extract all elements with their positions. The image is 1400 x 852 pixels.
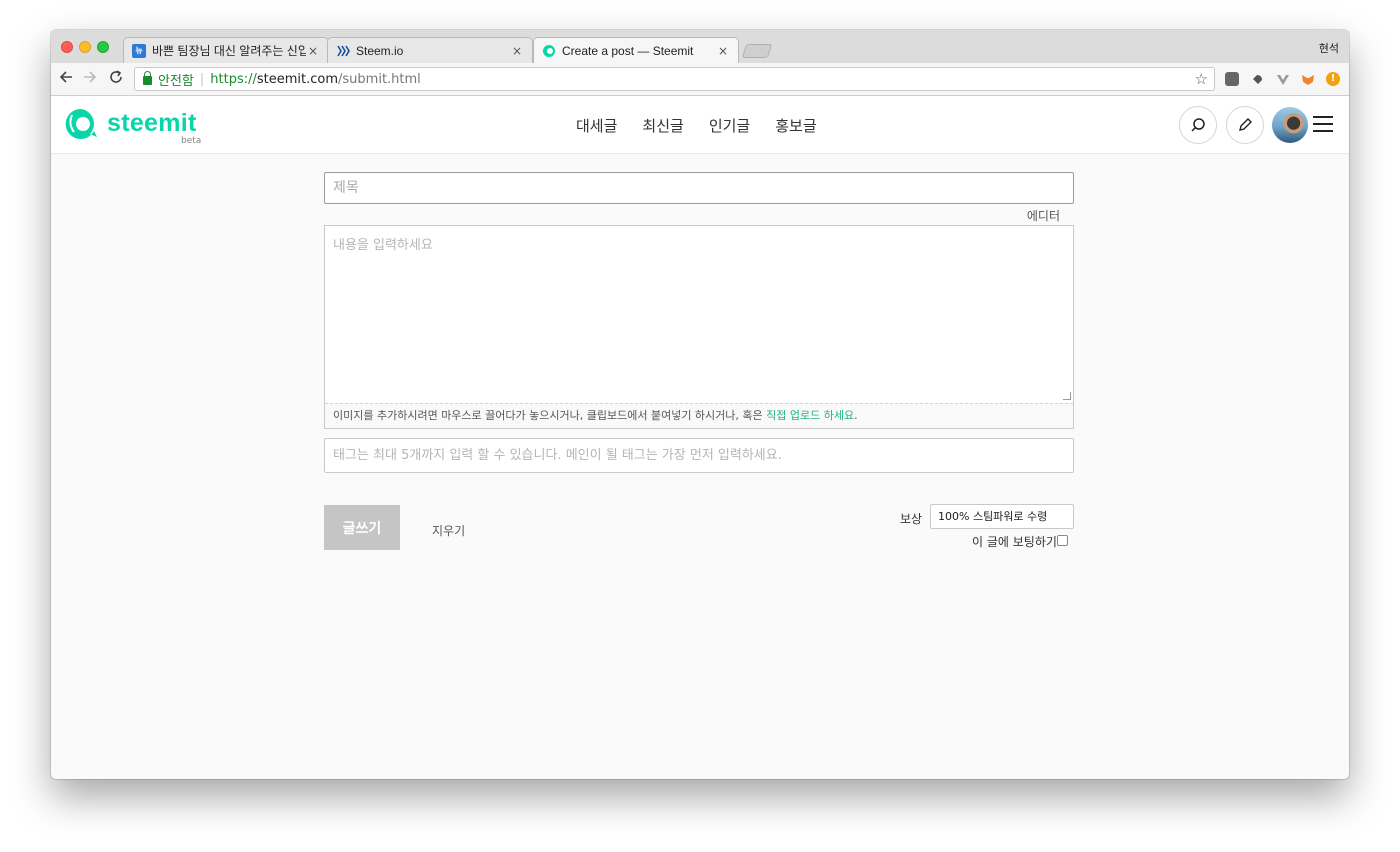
body-textarea[interactable]: 내용을 입력하세요 이미지를 추가하시려면 마우스로 끌어다가 놓으시거나, 클… — [324, 225, 1074, 429]
extension-alert-icon[interactable]: ! — [1326, 72, 1340, 86]
security-label: 안전함 — [158, 73, 194, 89]
news-favicon-icon: 뉴 — [132, 43, 146, 58]
reward-select[interactable]: 100% 스팀파워로 수령 — [930, 504, 1074, 529]
browser-profile-name[interactable]: 현석 — [1319, 40, 1339, 56]
search-icon — [1191, 118, 1205, 132]
editor-toggle-link[interactable]: 에디터 — [1027, 207, 1060, 224]
nav-item-trending[interactable]: 대세글 — [576, 115, 617, 136]
nav-item-new[interactable]: 최신글 — [642, 115, 683, 136]
tab-close-icon[interactable]: × — [510, 44, 524, 58]
url-scheme: https:// — [210, 71, 257, 87]
dropzone-end: . — [854, 409, 858, 422]
address-separator: | — [199, 71, 205, 87]
write-post-button[interactable] — [1226, 106, 1264, 144]
resize-handle-icon[interactable] — [1063, 392, 1071, 400]
clear-form-link[interactable]: 지우기 — [432, 522, 465, 539]
reward-label: 보상 — [900, 512, 923, 526]
nav-item-promoted[interactable]: 홍보글 — [775, 115, 816, 136]
main-nav: 대세글 최신글 인기글 홍보글 — [576, 115, 817, 136]
body-placeholder: 내용을 입력하세요 — [333, 238, 433, 253]
logo-beta-badge: beta — [181, 136, 202, 146]
pencil-icon — [1239, 118, 1252, 131]
reload-icon[interactable] — [105, 69, 127, 89]
tab-title: Create a post — Steemit — [562, 43, 694, 58]
tab-strip: 뉴 바쁜 팀장님 대신 알려주는 신입 PHP × Steem.io × Cre… — [51, 30, 1349, 63]
tab-create-post[interactable]: Create a post — Steemit × — [533, 37, 739, 63]
steemit-favicon-icon — [542, 44, 556, 58]
submit-post-button[interactable]: 글쓰기 — [324, 505, 400, 550]
image-dropzone[interactable]: 이미지를 추가하시려면 마우스로 끌어다가 놓으시거나, 클립보드에서 붙여넣기… — [325, 403, 1073, 428]
title-input[interactable]: 제목 — [324, 172, 1074, 204]
tags-input[interactable]: 태그는 최대 5개까지 입력 할 수 있습니다. 메인이 될 태그는 가장 먼저… — [324, 438, 1074, 473]
tab-title: Steem.io — [356, 43, 404, 58]
steemit-logo-icon[interactable] — [64, 107, 98, 141]
tab-news[interactable]: 뉴 바쁜 팀장님 대신 알려주는 신입 PHP × — [123, 37, 329, 63]
self-vote-label: 이 글에 보팅하기 — [972, 535, 1057, 549]
extension-vue-icon[interactable] — [1276, 72, 1290, 86]
address-bar[interactable]: 안전함 | https:// steemit.com /submit.html … — [134, 67, 1215, 91]
browser-window: 뉴 바쁜 팀장님 대신 알려주는 신입 PHP × Steem.io × Cre… — [51, 30, 1349, 779]
lock-icon — [143, 70, 152, 85]
extension-metamask-icon[interactable] — [1301, 72, 1315, 86]
user-avatar[interactable] — [1272, 107, 1308, 143]
forward-arrow-icon[interactable] — [79, 69, 101, 89]
bookmark-star-icon[interactable]: ☆ — [1195, 70, 1208, 88]
back-arrow-icon[interactable] — [55, 69, 77, 89]
tab-close-icon[interactable]: × — [716, 44, 730, 58]
minimize-window-button[interactable] — [79, 41, 91, 53]
site-header: steemit beta 대세글 최신글 인기글 홍보글 — [51, 96, 1349, 154]
tab-steem-io[interactable]: Steem.io × — [327, 37, 533, 63]
logo-wordmark[interactable]: steemit — [107, 109, 197, 138]
extension-rocket-icon[interactable] — [1250, 72, 1264, 86]
url-host: steemit.com — [256, 71, 339, 87]
close-window-button[interactable] — [61, 41, 73, 53]
steem-favicon-icon — [336, 44, 350, 58]
zoom-window-button[interactable] — [97, 41, 109, 53]
search-button[interactable] — [1179, 106, 1217, 144]
submit-post-form: 제목 에디터 내용을 입력하세요 이미지를 추가하시려면 마우스로 끌어다가 놓… — [324, 172, 1074, 550]
upload-link[interactable]: 직접 업로드 하세요 — [766, 409, 854, 422]
tab-title: 바쁜 팀장님 대신 알려주는 신입 PHP — [152, 44, 306, 58]
menu-hamburger-icon[interactable] — [1313, 116, 1333, 132]
browser-toolbar: 안전함 | https:// steemit.com /submit.html … — [51, 63, 1349, 96]
tab-close-icon[interactable]: × — [306, 44, 320, 58]
url-path: /submit.html — [338, 71, 421, 87]
self-vote-checkbox[interactable] — [1057, 535, 1068, 546]
extension-keep-icon[interactable] — [1225, 72, 1239, 86]
nav-item-hot[interactable]: 인기글 — [709, 115, 750, 136]
new-tab-button[interactable] — [741, 44, 773, 58]
dropzone-text: 이미지를 추가하시려면 마우스로 끌어다가 놓으시거나, 클립보드에서 붙여넣기… — [333, 409, 763, 422]
